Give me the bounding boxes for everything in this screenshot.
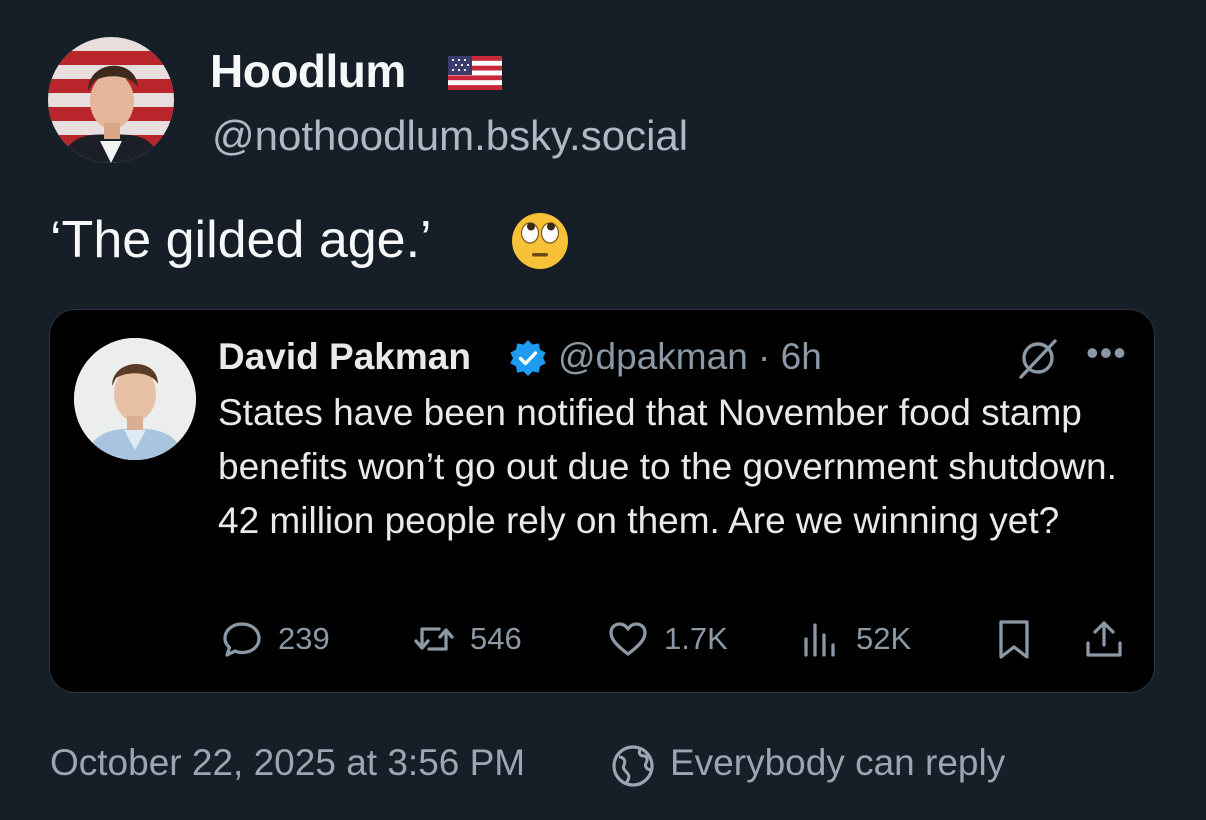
- globe-icon: [612, 745, 654, 787]
- quoted-author-avatar[interactable]: [74, 338, 196, 460]
- quoted-author-name[interactable]: David Pakman: [218, 336, 471, 378]
- like-button[interactable]: 1.7K: [606, 617, 728, 661]
- face-with-rolling-eyes-emoji: [512, 213, 568, 269]
- author-display-name[interactable]: Hoodlum: [210, 44, 406, 98]
- grok-icon[interactable]: [1016, 336, 1060, 380]
- repost-button[interactable]: 546: [412, 617, 522, 661]
- author-handle[interactable]: @nothoodlum.bsky.social: [212, 112, 688, 160]
- quoted-post-card[interactable]: David Pakman @dpakman · 6h ••• States ha…: [49, 309, 1155, 693]
- quoted-post-actions: 239 546 1.7K 52K: [50, 617, 1156, 669]
- reply-setting[interactable]: Everybody can reply: [670, 742, 1005, 784]
- share-button[interactable]: [1082, 617, 1140, 661]
- reply-button[interactable]: 239: [220, 617, 330, 661]
- repost-count: 546: [470, 621, 522, 656]
- reply-icon: [223, 622, 261, 657]
- quoted-author-handle-time[interactable]: @dpakman · 6h: [558, 336, 822, 378]
- bookmark-button[interactable]: [992, 617, 1050, 661]
- post-timestamp: October 22, 2025 at 3:56 PM: [50, 742, 526, 783]
- bookmark-icon: [999, 620, 1029, 659]
- more-icon[interactable]: •••: [1086, 332, 1127, 374]
- author-avatar[interactable]: [48, 37, 174, 163]
- reply-count: 239: [278, 621, 330, 656]
- views-button[interactable]: 52K: [798, 617, 911, 661]
- share-icon: [1086, 621, 1122, 657]
- repost-icon: [414, 627, 454, 651]
- us-flag-emoji: [448, 56, 502, 90]
- like-count: 1.7K: [664, 621, 728, 656]
- like-icon: [609, 622, 647, 656]
- quoted-post-text: States have been notified that November …: [218, 392, 1117, 541]
- views-icon: [804, 623, 835, 657]
- post-text: ‘The gilded age.’: [50, 211, 432, 269]
- post: Hoodlum @nothoodlum.bsky.social ‘The gil…: [0, 0, 1206, 820]
- verified-badge-icon: [510, 340, 546, 376]
- views-count: 52K: [856, 621, 912, 656]
